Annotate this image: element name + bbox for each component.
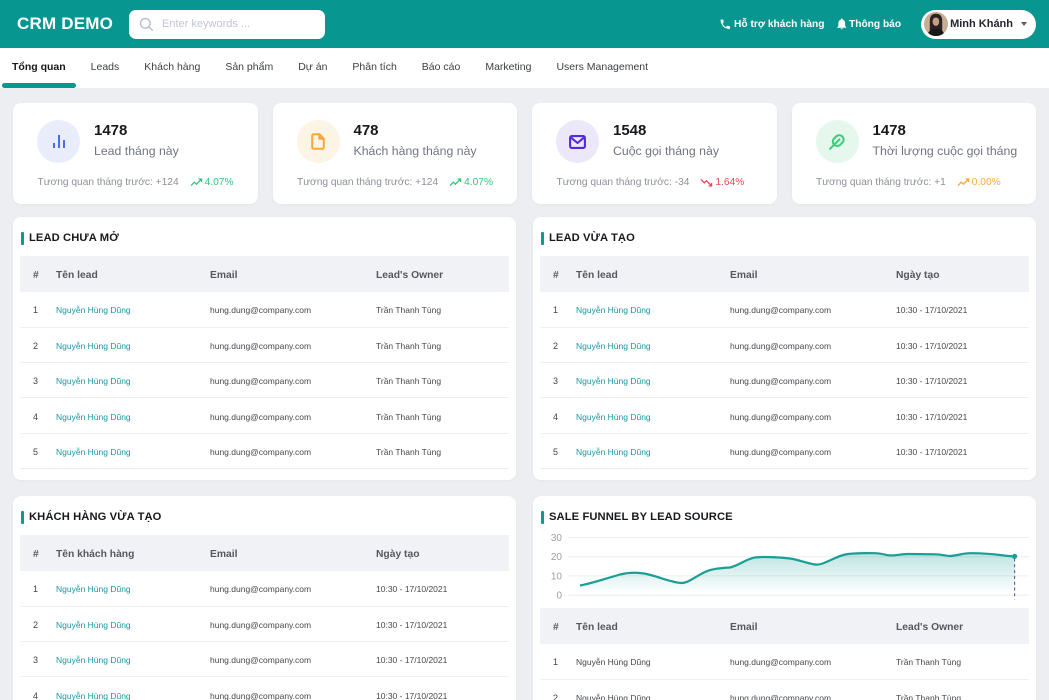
svg-text:30: 30: [551, 533, 563, 544]
svg-text:10: 10: [551, 571, 563, 582]
svg-text:0: 0: [556, 591, 562, 602]
svg-text:20: 20: [551, 552, 563, 563]
